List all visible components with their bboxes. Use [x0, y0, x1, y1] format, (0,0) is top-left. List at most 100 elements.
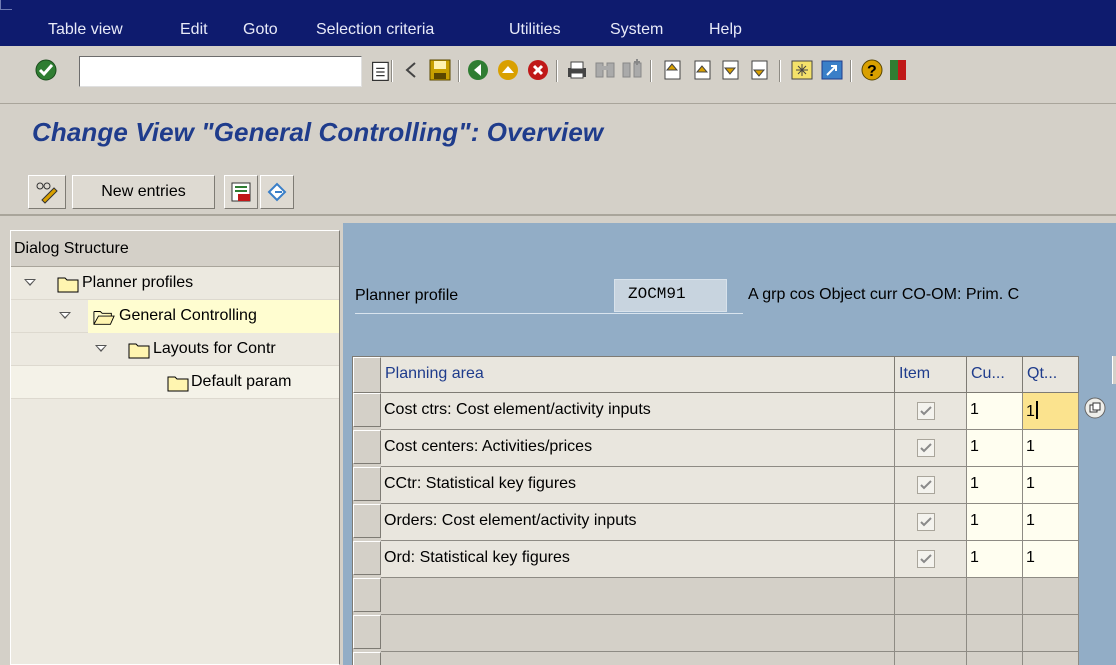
cell-planning-area: Orders: Cost element/activity inputs: [381, 504, 895, 541]
empty-cell: [895, 578, 967, 615]
menu-help[interactable]: Help: [709, 21, 742, 39]
tree-item-default-param[interactable]: Default param: [11, 366, 339, 399]
find-next-icon[interactable]: [620, 58, 644, 82]
menu-bar: Table view Edit Goto Selection criteria …: [0, 0, 1116, 46]
column-header-planning-area[interactable]: Planning area: [381, 357, 895, 393]
cell-item: [895, 467, 967, 504]
cell-currency-input[interactable]: 1: [967, 393, 1023, 430]
last-page-icon[interactable]: [747, 58, 771, 82]
back-arrow-icon[interactable]: [400, 58, 424, 82]
cell-quantity-input[interactable]: 1: [1023, 467, 1079, 504]
generate-shortcut-icon[interactable]: [820, 58, 844, 82]
item-checkbox[interactable]: [917, 402, 935, 420]
previous-page-icon[interactable]: [690, 58, 714, 82]
tree-item-planner-profiles[interactable]: Planner profiles: [11, 267, 339, 300]
column-header-currency[interactable]: Cu...: [967, 357, 1023, 393]
row-selector[interactable]: [353, 504, 381, 538]
row-selector[interactable]: [353, 652, 381, 665]
check-icon: [920, 406, 932, 416]
cell-quantity-input[interactable]: 1: [1023, 541, 1079, 578]
table-settings-corner[interactable]: [1112, 356, 1116, 384]
item-checkbox[interactable]: [917, 550, 935, 568]
tree-item-general-controlling[interactable]: General Controlling: [11, 300, 339, 333]
save-icon[interactable]: [428, 58, 452, 82]
cell-currency-input[interactable]: 1: [967, 541, 1023, 578]
menu-utilities[interactable]: Utilities: [509, 21, 561, 39]
copy-as-icon: [231, 182, 251, 202]
first-page-icon[interactable]: [660, 58, 684, 82]
empty-cell: [381, 652, 895, 665]
menu-edit[interactable]: Edit: [180, 21, 208, 39]
tree-item-layouts[interactable]: Layouts for Contr: [11, 333, 339, 366]
cell-item: [895, 430, 967, 467]
item-checkbox[interactable]: [917, 476, 935, 494]
row-selector[interactable]: [353, 541, 381, 575]
column-header-quantity[interactable]: Qt...: [1023, 357, 1079, 393]
menu-table-view[interactable]: Table view: [48, 21, 123, 39]
item-checkbox[interactable]: [917, 513, 935, 531]
print-icon[interactable]: [565, 58, 589, 82]
value-help-icon[interactable]: [1084, 397, 1106, 419]
copy-as-button[interactable]: [224, 175, 258, 209]
column-header-item[interactable]: Item: [895, 357, 967, 393]
open-folder-icon: [93, 311, 115, 325]
quantity-value: 1: [1026, 403, 1035, 420]
row-selector[interactable]: [353, 430, 381, 464]
create-session-icon[interactable]: [790, 58, 814, 82]
tree-item-label: Layouts for Contr: [153, 340, 276, 357]
cell-planning-area: CCtr: Statistical key figures: [381, 467, 895, 504]
item-checkbox[interactable]: [917, 439, 935, 457]
text-cursor: [1035, 401, 1038, 419]
row-selector[interactable]: [353, 578, 381, 612]
folder-icon: [128, 343, 150, 359]
row-selector[interactable]: [353, 393, 381, 427]
customize-layout-icon[interactable]: [888, 58, 912, 82]
undo-change-button[interactable]: [260, 175, 294, 209]
command-field[interactable]: [79, 56, 362, 87]
new-entries-button[interactable]: New entries: [72, 175, 215, 209]
cell-planning-area: Cost centers: Activities/prices: [381, 430, 895, 467]
tree-item-label: Planner profiles: [82, 274, 194, 291]
expand-triangle-icon[interactable]: [59, 312, 71, 319]
undo-icon: [267, 182, 287, 202]
empty-cell: [381, 615, 895, 652]
expand-triangle-icon[interactable]: [24, 279, 36, 286]
check-icon: [920, 443, 932, 453]
cell-currency-input[interactable]: 1: [967, 430, 1023, 467]
tree-item-label: Default param: [191, 373, 292, 390]
cancel-icon[interactable]: [526, 58, 550, 82]
cell-quantity-input[interactable]: 1: [1023, 504, 1079, 541]
display-change-button[interactable]: [28, 175, 66, 209]
enter-check-icon[interactable]: [34, 58, 58, 82]
next-page-icon[interactable]: [718, 58, 742, 82]
cell-quantity-input[interactable]: 1: [1023, 430, 1079, 467]
application-toolbar: New entries: [0, 168, 1116, 216]
new-entries-label: New entries: [101, 183, 186, 200]
empty-cell: [1023, 652, 1079, 665]
dialog-structure-panel: Dialog Structure Planner profiles Genera…: [10, 230, 340, 665]
row-selector[interactable]: [353, 467, 381, 501]
system-menu-icon[interactable]: [0, 0, 12, 10]
folder-icon: [167, 376, 189, 392]
exit-icon[interactable]: [496, 58, 520, 82]
command-history-icon[interactable]: [369, 60, 393, 84]
help-icon[interactable]: ?: [860, 58, 884, 82]
row-selector[interactable]: [353, 615, 381, 649]
find-icon[interactable]: [593, 58, 617, 82]
menu-system[interactable]: System: [610, 21, 663, 39]
planning-areas-table: Planning area Item Cu... Qt... Cost ctrs…: [352, 356, 1079, 665]
cell-currency-input[interactable]: 1: [967, 504, 1023, 541]
menu-goto[interactable]: Goto: [243, 21, 278, 39]
cell-currency-input[interactable]: 1: [967, 467, 1023, 504]
back-icon[interactable]: [466, 58, 490, 82]
planner-profile-label: Planner profile: [355, 287, 459, 304]
menu-selection-criteria[interactable]: Selection criteria: [316, 21, 434, 39]
cell-planning-area: Ord: Statistical key figures: [381, 541, 895, 578]
expand-triangle-icon[interactable]: [95, 345, 107, 352]
select-all-button[interactable]: [353, 357, 381, 393]
cell-quantity-input-focused[interactable]: 1: [1023, 393, 1079, 430]
planner-profile-value: ZOCM91: [614, 279, 727, 312]
page-title: Change View "General Controlling": Overv…: [32, 117, 604, 147]
empty-cell: [381, 578, 895, 615]
check-icon: [920, 480, 932, 490]
